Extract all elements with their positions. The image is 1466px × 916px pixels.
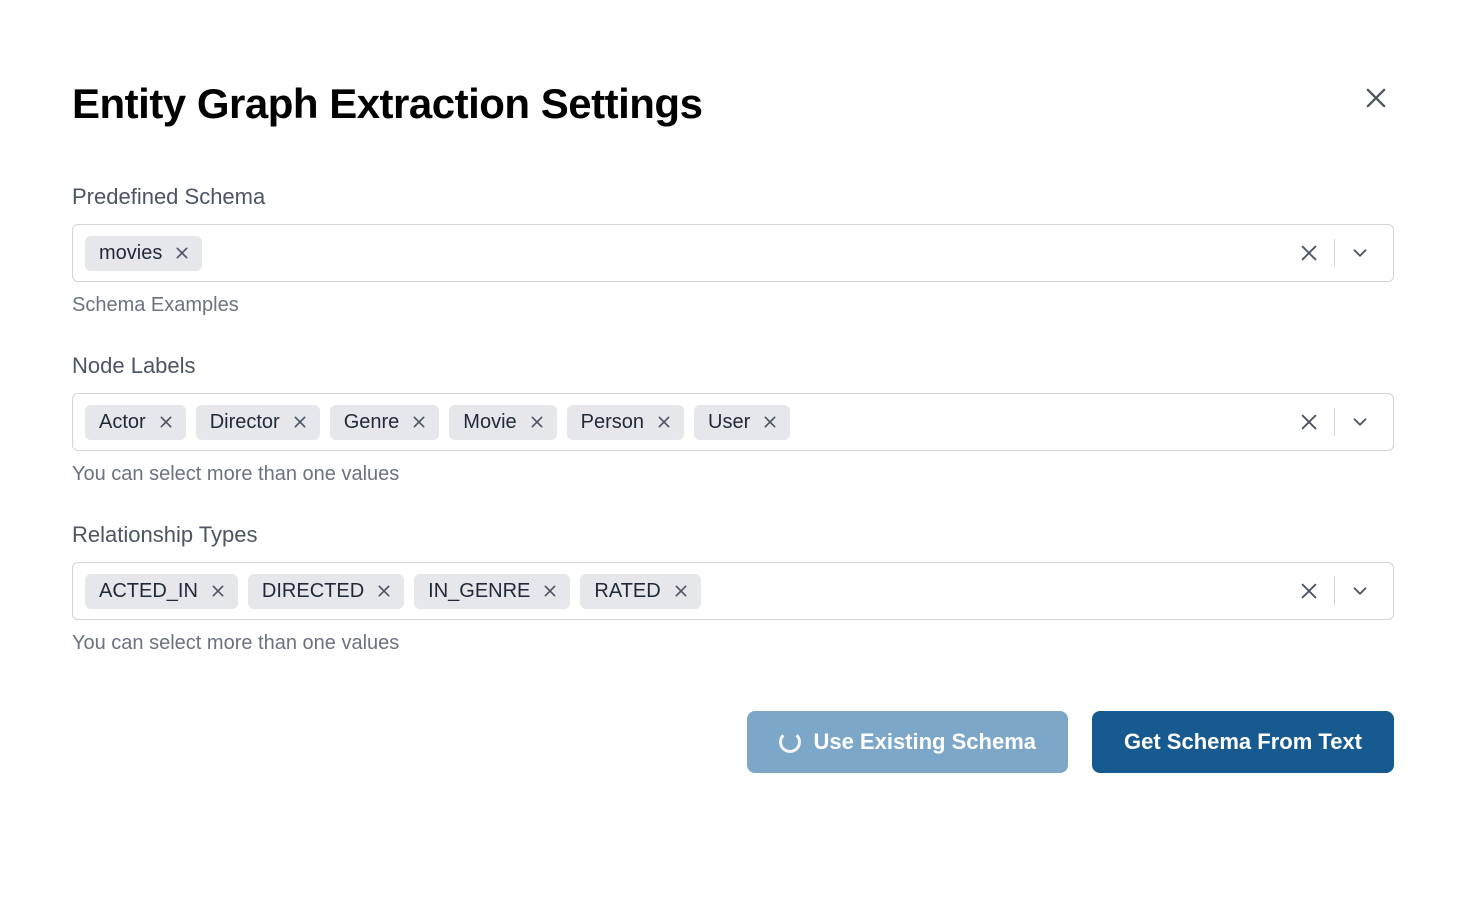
chevron-down-icon [1349,242,1371,264]
chevron-down-icon [1349,411,1371,433]
dialog-header: Entity Graph Extraction Settings [72,80,1394,128]
close-icon [1298,242,1320,264]
chip-label: ACTED_IN [99,580,198,603]
chip-label: DIRECTED [262,580,364,603]
close-icon [411,414,427,430]
close-icon [1298,411,1320,433]
select-controls [1284,574,1381,608]
node-labels-helper: You can select more than one values [72,463,1394,486]
close-icon [376,583,392,599]
chip: RATED [580,574,700,609]
clear-all-button[interactable] [1284,574,1334,608]
chip: Movie [449,405,556,440]
chip-remove-button[interactable] [208,581,228,601]
close-icon [656,414,672,430]
select-controls [1284,236,1381,270]
use-existing-schema-button[interactable]: Use Existing Schema [747,711,1068,773]
dropdown-toggle[interactable] [1335,574,1381,608]
node-labels-label: Node Labels [72,353,1394,379]
chip-remove-button[interactable] [172,243,192,263]
relationship-types-field: Relationship Types ACTED_IN DIRECTED IN_… [72,522,1394,655]
dropdown-toggle[interactable] [1335,236,1381,270]
chip: movies [85,236,202,271]
chip-remove-button[interactable] [671,581,691,601]
close-icon [158,414,174,430]
chip: IN_GENRE [414,574,570,609]
predefined-schema-field: Predefined Schema movies Schema Examples [72,184,1394,317]
relationship-types-chips: ACTED_IN DIRECTED IN_GENRE RATED [85,574,1276,609]
close-icon [529,414,545,430]
node-labels-select[interactable]: Actor Director Genre Movie Person User [72,393,1394,451]
predefined-schema-label: Predefined Schema [72,184,1394,210]
chip-label: User [708,411,750,434]
close-icon [174,245,190,261]
button-label: Use Existing Schema [813,729,1036,755]
chip-label: IN_GENRE [428,580,530,603]
chip: DIRECTED [248,574,404,609]
clear-all-button[interactable] [1284,405,1334,439]
dropdown-toggle[interactable] [1335,405,1381,439]
close-icon [1298,580,1320,602]
close-button[interactable] [1358,80,1394,116]
chip-label: Person [581,411,644,434]
select-controls [1284,405,1381,439]
node-labels-field: Node Labels Actor Director Genre Movie P… [72,353,1394,486]
dialog-actions: Use Existing Schema Get Schema From Text [72,711,1394,773]
predefined-schema-helper: Schema Examples [72,294,1394,317]
chip: Actor [85,405,186,440]
chip: Director [196,405,320,440]
chevron-down-icon [1349,580,1371,602]
button-label: Get Schema From Text [1124,729,1362,755]
chip-remove-button[interactable] [654,412,674,432]
chip-remove-button[interactable] [290,412,310,432]
node-labels-chips: Actor Director Genre Movie Person User [85,405,1276,440]
chip-label: Director [210,411,280,434]
predefined-schema-select[interactable]: movies [72,224,1394,282]
relationship-types-helper: You can select more than one values [72,632,1394,655]
chip-remove-button[interactable] [409,412,429,432]
chip-label: RATED [594,580,660,603]
close-icon [210,583,226,599]
chip-remove-button[interactable] [540,581,560,601]
chip-remove-button[interactable] [374,581,394,601]
chip-remove-button[interactable] [527,412,547,432]
chip: User [694,405,790,440]
get-schema-from-text-button[interactable]: Get Schema From Text [1092,711,1394,773]
chip-label: Genre [344,411,400,434]
close-icon [1362,84,1390,112]
chip-remove-button[interactable] [760,412,780,432]
chip: Person [567,405,684,440]
close-icon [673,583,689,599]
chip-label: Actor [99,411,146,434]
page-title: Entity Graph Extraction Settings [72,80,702,128]
chip: Genre [330,405,440,440]
chip-label: movies [99,242,162,265]
close-icon [292,414,308,430]
chip-label: Movie [463,411,516,434]
close-icon [762,414,778,430]
chip: ACTED_IN [85,574,238,609]
relationship-types-select[interactable]: ACTED_IN DIRECTED IN_GENRE RATED [72,562,1394,620]
close-icon [542,583,558,599]
spinner-icon [779,731,801,753]
predefined-schema-chips: movies [85,236,1276,271]
relationship-types-label: Relationship Types [72,522,1394,548]
clear-all-button[interactable] [1284,236,1334,270]
chip-remove-button[interactable] [156,412,176,432]
